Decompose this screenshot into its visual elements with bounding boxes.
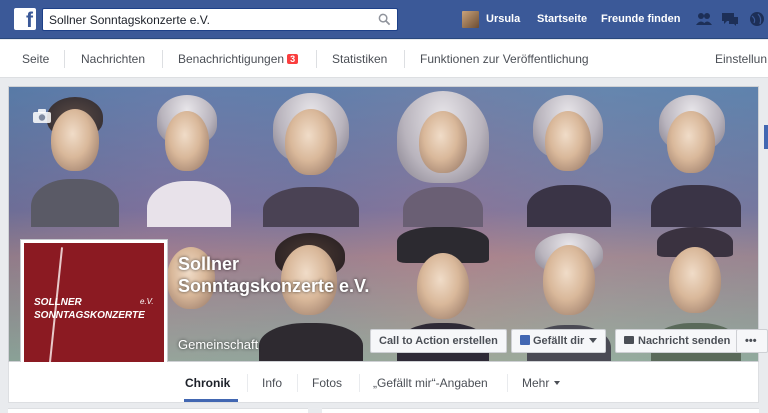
change-cover-camera-icon[interactable] (33, 109, 51, 123)
composer-portrait (379, 87, 507, 227)
tab-timeline[interactable]: Chronik (185, 376, 230, 390)
page-tabs: Chronik Info Fotos „Gefällt mir“-Angaben… (8, 362, 759, 403)
page-admin-navigation: Seite Nachrichten Benachrichtigungen 3 St… (0, 40, 768, 78)
nav-settings[interactable]: Einstellun (715, 52, 767, 66)
thumbs-up-icon (520, 335, 530, 345)
nav-divider (316, 50, 317, 68)
composer-portrait (17, 87, 129, 227)
facebook-logo-icon[interactable]: f (14, 8, 36, 32)
nav-publishing-tools[interactable]: Funktionen zur Veröffentlichung (420, 52, 589, 66)
tab-divider (247, 374, 248, 392)
chevron-down-icon (554, 381, 561, 385)
tab-divider (359, 374, 360, 392)
logo-text-ev: e.V. (140, 297, 154, 306)
like-button[interactable]: Gefällt dir (511, 329, 607, 353)
right-edge-widget (764, 125, 768, 149)
nav-notifications[interactable]: Benachrichtigungen 3 (178, 52, 299, 66)
tab-likes[interactable]: „Gefällt mir“-Angaben (373, 376, 488, 390)
message-icon (624, 336, 634, 344)
send-message-button[interactable]: Nachricht senden (615, 329, 740, 353)
composer-portrait (131, 87, 243, 227)
nav-divider (64, 50, 65, 68)
nav-notifications-label: Benachrichtigungen (178, 52, 285, 66)
tab-photos[interactable]: Fotos (312, 376, 342, 390)
messages-icon[interactable] (721, 11, 739, 27)
tab-more[interactable]: Mehr (522, 376, 561, 390)
logo-text-line2: SONNTAGSKONZERTE (34, 310, 145, 321)
top-navigation-bar: f Sollner Sonntagskonzerte e.V. Ursula S… (0, 0, 768, 39)
notifications-count-badge: 3 (287, 54, 299, 64)
nav-messages[interactable]: Nachrichten (81, 52, 145, 66)
send-message-label: Nachricht senden (638, 335, 731, 347)
logo-text-line1: SOLLNER (34, 297, 82, 308)
search-value: Sollner Sonntagskonzerte e.V. (49, 13, 210, 27)
composer-portrait (245, 87, 375, 227)
right-column-card (322, 408, 759, 413)
nav-page[interactable]: Seite (22, 52, 49, 66)
composer-portrait (509, 87, 629, 227)
page-title[interactable]: Sollner Sonntagskonzerte e.V. (178, 253, 378, 297)
left-column-card (8, 408, 308, 413)
user-name-link[interactable]: Ursula (486, 13, 520, 25)
tab-more-label: Mehr (522, 376, 550, 390)
composer-portrait (631, 87, 758, 227)
search-input[interactable]: Sollner Sonntagskonzerte e.V. (42, 8, 398, 31)
home-link[interactable]: Startseite (537, 13, 587, 25)
notifications-globe-icon[interactable] (748, 11, 766, 27)
search-icon[interactable] (378, 13, 391, 26)
tab-info[interactable]: Info (262, 376, 282, 390)
find-friends-link[interactable]: Freunde finden (601, 13, 680, 25)
more-options-button[interactable]: ••• (736, 329, 768, 353)
page-category[interactable]: Gemeinschaft (178, 337, 258, 352)
call-to-action-button[interactable]: Call to Action erstellen (370, 329, 507, 353)
tab-divider (507, 374, 508, 392)
like-button-label: Gefällt dir (533, 335, 585, 347)
nav-divider (162, 50, 163, 68)
active-tab-indicator (184, 399, 238, 402)
user-avatar[interactable] (462, 11, 479, 28)
nav-divider (404, 50, 405, 68)
friend-requests-icon[interactable] (695, 11, 713, 27)
tab-divider (297, 374, 298, 392)
chevron-down-icon (589, 338, 598, 343)
nav-insights[interactable]: Statistiken (332, 52, 387, 66)
